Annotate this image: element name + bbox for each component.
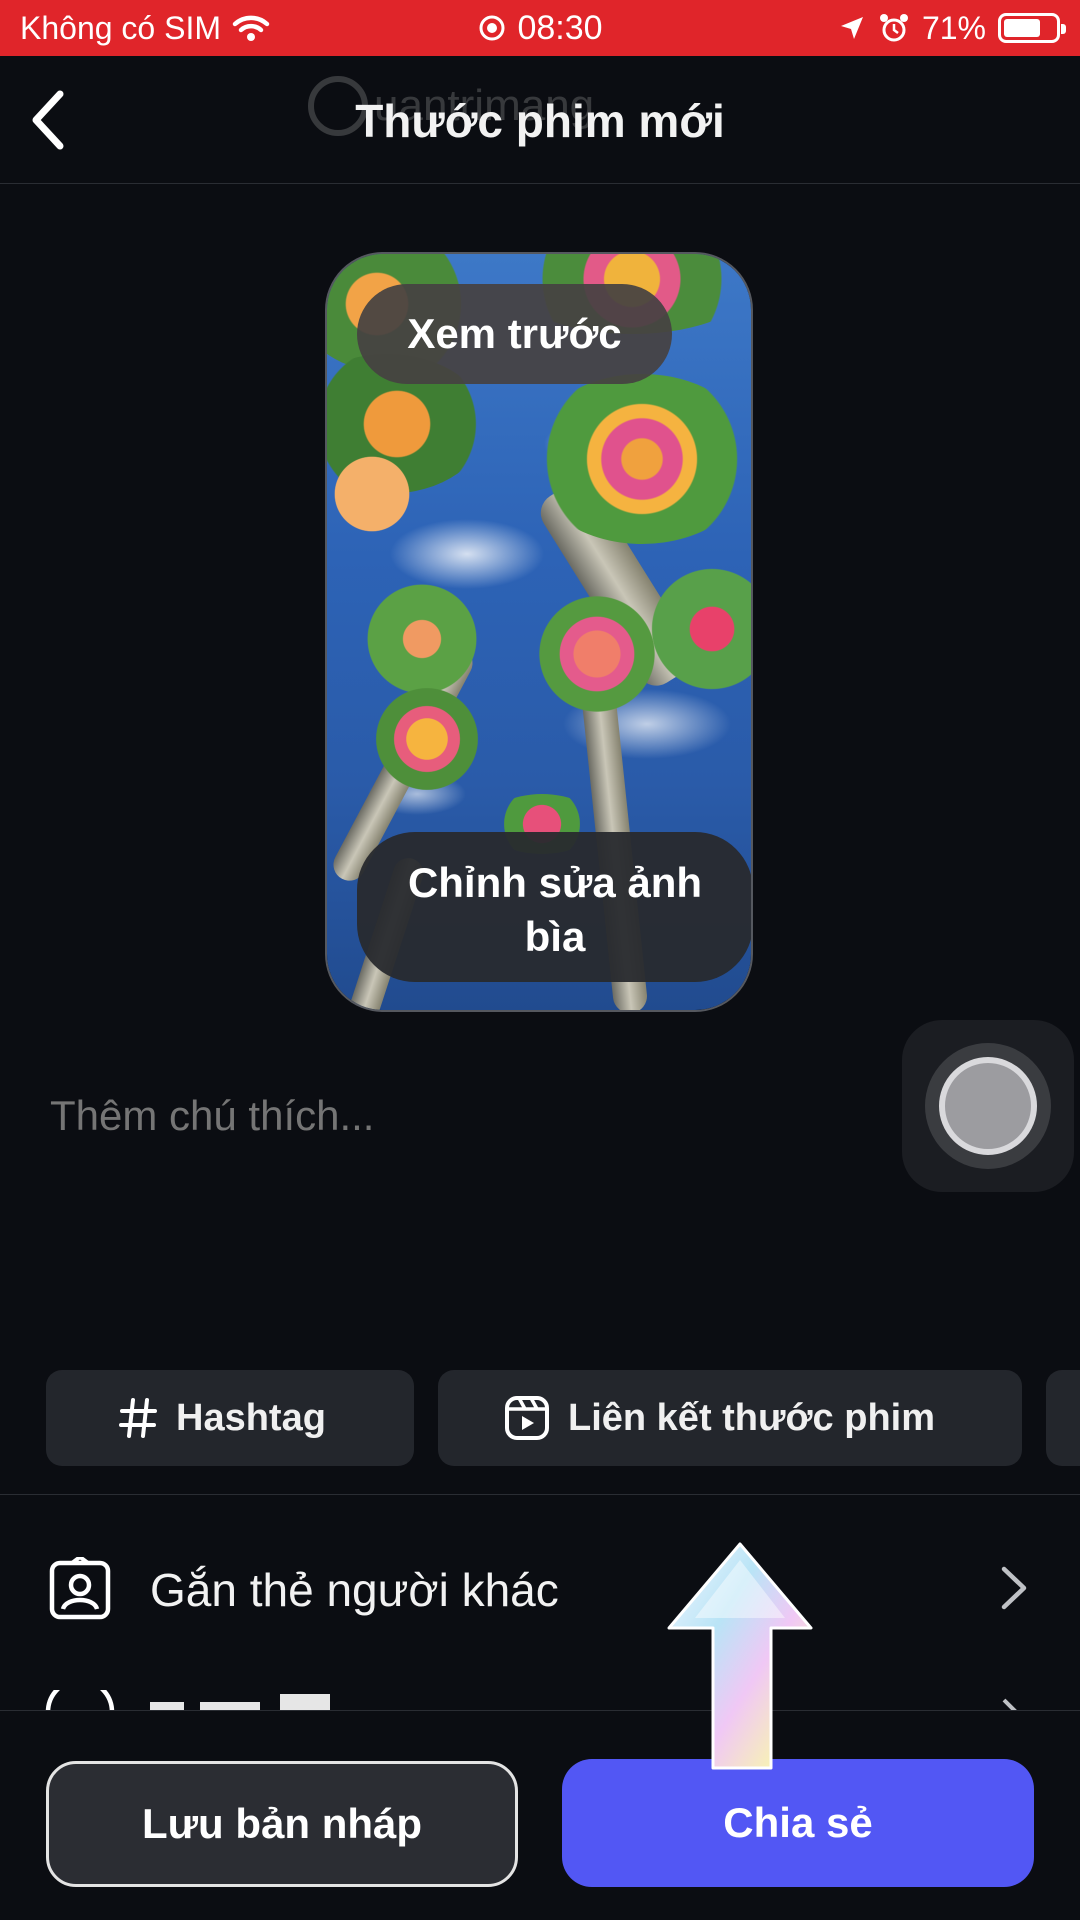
hashtag-chip[interactable]: Hashtag <box>46 1370 414 1466</box>
flower-cluster <box>527 374 751 544</box>
link-reel-chip-label: Liên kết thước phim <box>568 1396 936 1439</box>
battery-fill <box>1004 19 1040 37</box>
flower-cluster <box>367 684 487 794</box>
save-draft-button[interactable]: Lưu bản nháp <box>46 1761 518 1887</box>
more-chip[interactable] <box>1046 1370 1080 1466</box>
tag-people-row[interactable]: Gắn thẻ người khác <box>0 1545 1080 1635</box>
assistive-touch-ring <box>925 1043 1051 1169</box>
flower-cluster <box>527 594 667 714</box>
status-bar: Không có SIM 08:30 71% <box>0 0 1080 56</box>
alarm-icon <box>879 14 908 42</box>
flower-cluster <box>347 584 497 694</box>
edit-cover-line2: bìa <box>524 913 586 960</box>
assistive-touch-dot <box>939 1057 1037 1155</box>
location-icon <box>840 17 863 39</box>
link-reel-chip[interactable]: Liên kết thước phim <box>438 1370 1022 1466</box>
tag-people-label: Gắn thẻ người khác <box>150 1564 559 1616</box>
battery-percent: 71% <box>921 9 986 46</box>
divider <box>0 1494 1080 1495</box>
wifi-icon <box>232 15 270 41</box>
bottom-action-bar: Lưu bản nháp Chia sẻ <box>0 1710 1080 1920</box>
partial-option-row <box>0 1690 1080 1712</box>
edit-cover-button[interactable]: Chỉnh sửa ảnh bìa <box>357 832 751 982</box>
battery-tip <box>1061 24 1066 34</box>
status-time: 08:30 <box>517 8 603 47</box>
edit-cover-line1: Chỉnh sửa ảnh <box>407 859 703 906</box>
assistive-touch-button[interactable] <box>902 1020 1074 1192</box>
caption-input[interactable] <box>50 1092 850 1140</box>
tag-person-icon <box>49 1557 111 1620</box>
screen-record-icon <box>479 15 505 41</box>
reel-icon <box>505 1396 549 1440</box>
header: uantrimang Thước phim mới <box>0 56 1080 184</box>
carrier-label: Không có SIM <box>20 9 221 46</box>
share-button[interactable]: Chia sẻ <box>562 1759 1034 1887</box>
hashtag-icon <box>119 1398 157 1438</box>
chips-row: Hashtag Liên kết thước phim <box>46 1370 1080 1466</box>
preview-button[interactable]: Xem trước <box>357 284 672 384</box>
hashtag-chip-label: Hashtag <box>176 1396 326 1439</box>
status-left: Không có SIM <box>20 10 271 47</box>
chevron-right-icon <box>1001 1566 1027 1610</box>
partial-icon <box>45 1690 1018 1712</box>
page-title: Thước phim mới <box>355 95 725 147</box>
status-right: 71% <box>838 9 1066 47</box>
battery-icon <box>998 13 1066 43</box>
reel-preview[interactable]: Xem trước Chỉnh sửa ảnh bìa <box>325 252 753 1012</box>
